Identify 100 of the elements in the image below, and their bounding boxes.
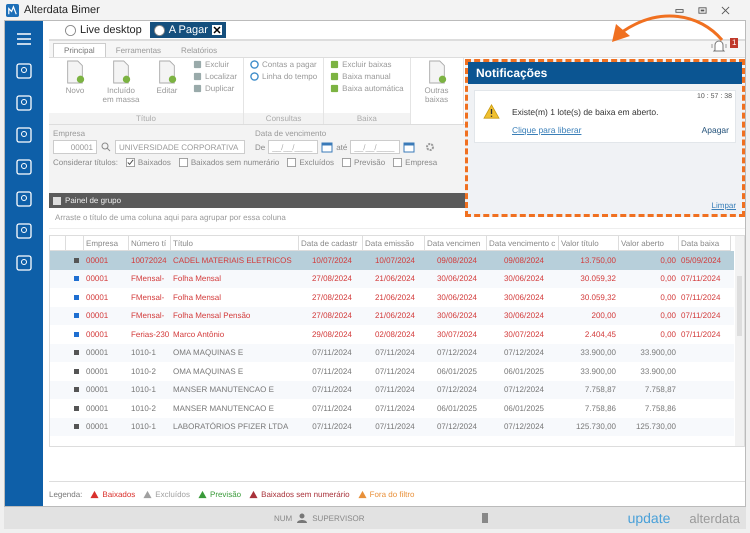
ribbon-group-label: Título [49,113,244,124]
table-cell: 05/09/2024 [681,256,722,265]
table-cell: 07/12/2024 [504,348,544,358]
table-cell: 07/11/2024 [312,422,352,432]
release-link[interactable]: Clique para liberar [512,125,582,135]
update-logo: update [628,510,670,526]
table-row[interactable]: 00001 FMensal- Folha Mensal Pensão 27/08/2024 21/06/2024 30/06/2024 30/06/2024 200,00 0,00 07/11/2024 [50,306,734,325]
status-text: NUM [274,514,292,522]
ribbon-tab[interactable]: Relatórios [171,44,228,57]
calendar-icon[interactable] [321,141,334,153]
close-tab-icon[interactable] [212,25,222,35]
table-cell: 00001 [86,366,108,376]
calendar-icon[interactable] [403,141,416,153]
document-tab[interactable]: Live desktop [61,22,146,38]
checkbox-icon[interactable] [393,158,402,167]
table-cell: 30.059,32 [580,292,616,302]
document-tab[interactable]: A Pagar [150,22,226,38]
table-row[interactable]: 00001 1010-1 MANSER MANUTENCAO E 07/11/2024 07/11/2024 07/12/2024 07/12/2024 7.758,87 7.758,87 [50,380,734,399]
table-cell: 07/11/2024 [681,330,720,339]
checkbox-icon[interactable] [287,158,296,167]
table-cell: 07/11/2024 [312,404,352,413]
table-row[interactable]: 00001 FMensal- Folha Mensal 27/08/2024 21/06/2024 30/06/2024 30/06/2024 30.059,32 0,00 07/11/2024 [50,288,734,306]
ribbon-button[interactable]: Editar [147,60,187,113]
table-cell: 00001 [86,385,108,394]
table-cell: 10/07/2024 [374,256,416,265]
table-cell: 0,00 [660,292,676,302]
ribbon-button[interactable]: Excluir [193,60,238,69]
table-row[interactable]: 00001 FMensal- Folha Mensal 27/08/2024 21/06/2024 30/06/2024 30/06/2024 30.059,32 0,00 07/11/2024 [50,270,734,288]
ribbon-button[interactable]: Linha do tempo [250,72,318,81]
table-cell: 200,00 [592,311,616,320]
table-cell: 21/06/2024 [374,274,416,284]
table-cell: 27/08/2024 [312,311,352,320]
table-cell: 13.750,00 [580,256,616,265]
table-cell: 30/07/2024 [436,330,478,339]
table-cell: 07/12/2024 [504,422,544,432]
company-code-field[interactable]: 00001 [53,140,97,154]
checkbox-option[interactable]: Baixados [126,158,171,167]
date-to-field[interactable]: __/__/____ [350,140,400,154]
scrollbar[interactable] [735,236,744,446]
table-cell: 30/06/2024 [436,274,478,284]
ribbon-button[interactable]: Baixa automática [330,84,404,93]
table-cell: 07/12/2024 [436,385,478,394]
ribbon-button[interactable]: Baixa manual [330,72,404,81]
checkbox-option[interactable]: Baixados sem numerário [178,158,280,167]
table-cell: 27/08/2024 [312,292,352,302]
table-row[interactable]: 00001 1010-1 OMA MAQUINAS E 07/11/2024 07/11/2024 07/12/2024 07/12/2024 33.900,00 33.900,00 [50,344,734,362]
table-cell: 07/11/2024 [375,385,415,394]
table-cell: Marco Antônio [173,330,224,339]
table-cell: 33.900,00 [580,366,616,376]
notification-header: Notificações [468,62,742,84]
field-label: Data de vencimento [255,129,328,138]
checkbox-option[interactable]: Previsão [342,158,386,167]
restore-icon[interactable] [698,6,707,14]
table-cell: 02/08/2024 [374,330,416,339]
table-cell: MANSER MANUTENCAO E [173,404,274,413]
table-cell: 30/06/2024 [504,292,544,302]
table-row[interactable]: 00001 Ferias-230 Marco Antônio 29/08/2024 02/08/2024 30/07/2024 30/07/2024 2.404,45 0,00 07/11/2024 [50,325,734,344]
table-cell: 07/11/2024 [681,274,720,284]
checkbox-option[interactable]: Empresa [393,158,438,167]
table-cell: 09/08/2024 [436,256,478,265]
table-cell: LABORATÓRIOS PFIZER LTDA [173,422,288,432]
legend-item: Fora do filtro [370,490,414,498]
delete-link[interactable]: Apagar [702,125,729,135]
ribbon-button[interactable]: Localizar [193,72,238,81]
table-cell: 07/12/2024 [504,385,544,394]
table-cell: 1010-1 [131,348,156,358]
checkbox-icon[interactable] [126,158,135,167]
checkbox-icon[interactable] [178,158,188,167]
ribbon-button[interactable]: Contas a pagar [250,60,318,69]
ribbon-button[interactable]: Incluído em massa [101,60,141,113]
table-cell: 1010-1 [131,422,156,432]
table-cell: 00001 [86,422,108,432]
ribbon-button[interactable]: Outras baixas [416,60,457,124]
table-cell: 10072024 [131,256,167,265]
legend-item: Previsão [210,490,242,498]
ribbon-tab[interactable]: Principal [53,43,106,57]
table-cell: FMensal- [131,274,164,284]
table-cell: Folha Mensal [173,292,222,302]
table-row[interactable]: 00001 1010-1 LABORATÓRIOS PFIZER LTDA 07/11/2024 07/11/2024 07/12/2024 07/12/2024 125.730,00 125.730,00 [50,418,734,436]
ribbon-button[interactable]: Novo [55,60,95,113]
table-cell: FMensal- [131,311,164,320]
ribbon-tab[interactable]: Ferramentas [106,44,172,57]
clear-link[interactable]: Limpar [712,201,736,210]
checkbox-icon[interactable] [342,158,352,167]
ribbon-button[interactable]: Excluir baixas [330,60,404,69]
table-cell: 30/06/2024 [504,311,544,320]
table-cell: 27/08/2024 [312,274,352,284]
ribbon-button[interactable]: Duplicar [193,84,238,93]
search-icon[interactable] [100,141,112,153]
table-row[interactable]: 00001 10072024 CADEL MATERIAIS ELETRICOS 10/07/2024 10/07/2024 09/08/2024 09/08/2024 13.750,00 0,00 05/09/2024 [50,251,734,270]
table-row[interactable]: 00001 1010-2 MANSER MANUTENCAO E 07/11/2024 07/11/2024 06/01/2025 06/01/2025 7.758,86 7.758,86 [50,399,734,418]
checkbox-option[interactable]: Excluídos [287,158,334,167]
notification-message: Existe(m) 1 lote(s) de baixa em aberto. [512,106,658,116]
table-row[interactable]: 00001 1010-2 OMA MAQUINAS E 07/11/2024 07/11/2024 06/01/2025 06/01/2025 33.900,00 33.900,00 [50,362,734,380]
close-icon[interactable] [721,6,730,14]
table-cell: 125.730,00 [576,422,616,432]
bell-icon[interactable] [711,38,727,54]
date-from-field[interactable]: __/__/____ [268,140,318,154]
table-cell: 07/12/2024 [436,422,478,432]
table-cell: 21/06/2024 [374,292,416,302]
